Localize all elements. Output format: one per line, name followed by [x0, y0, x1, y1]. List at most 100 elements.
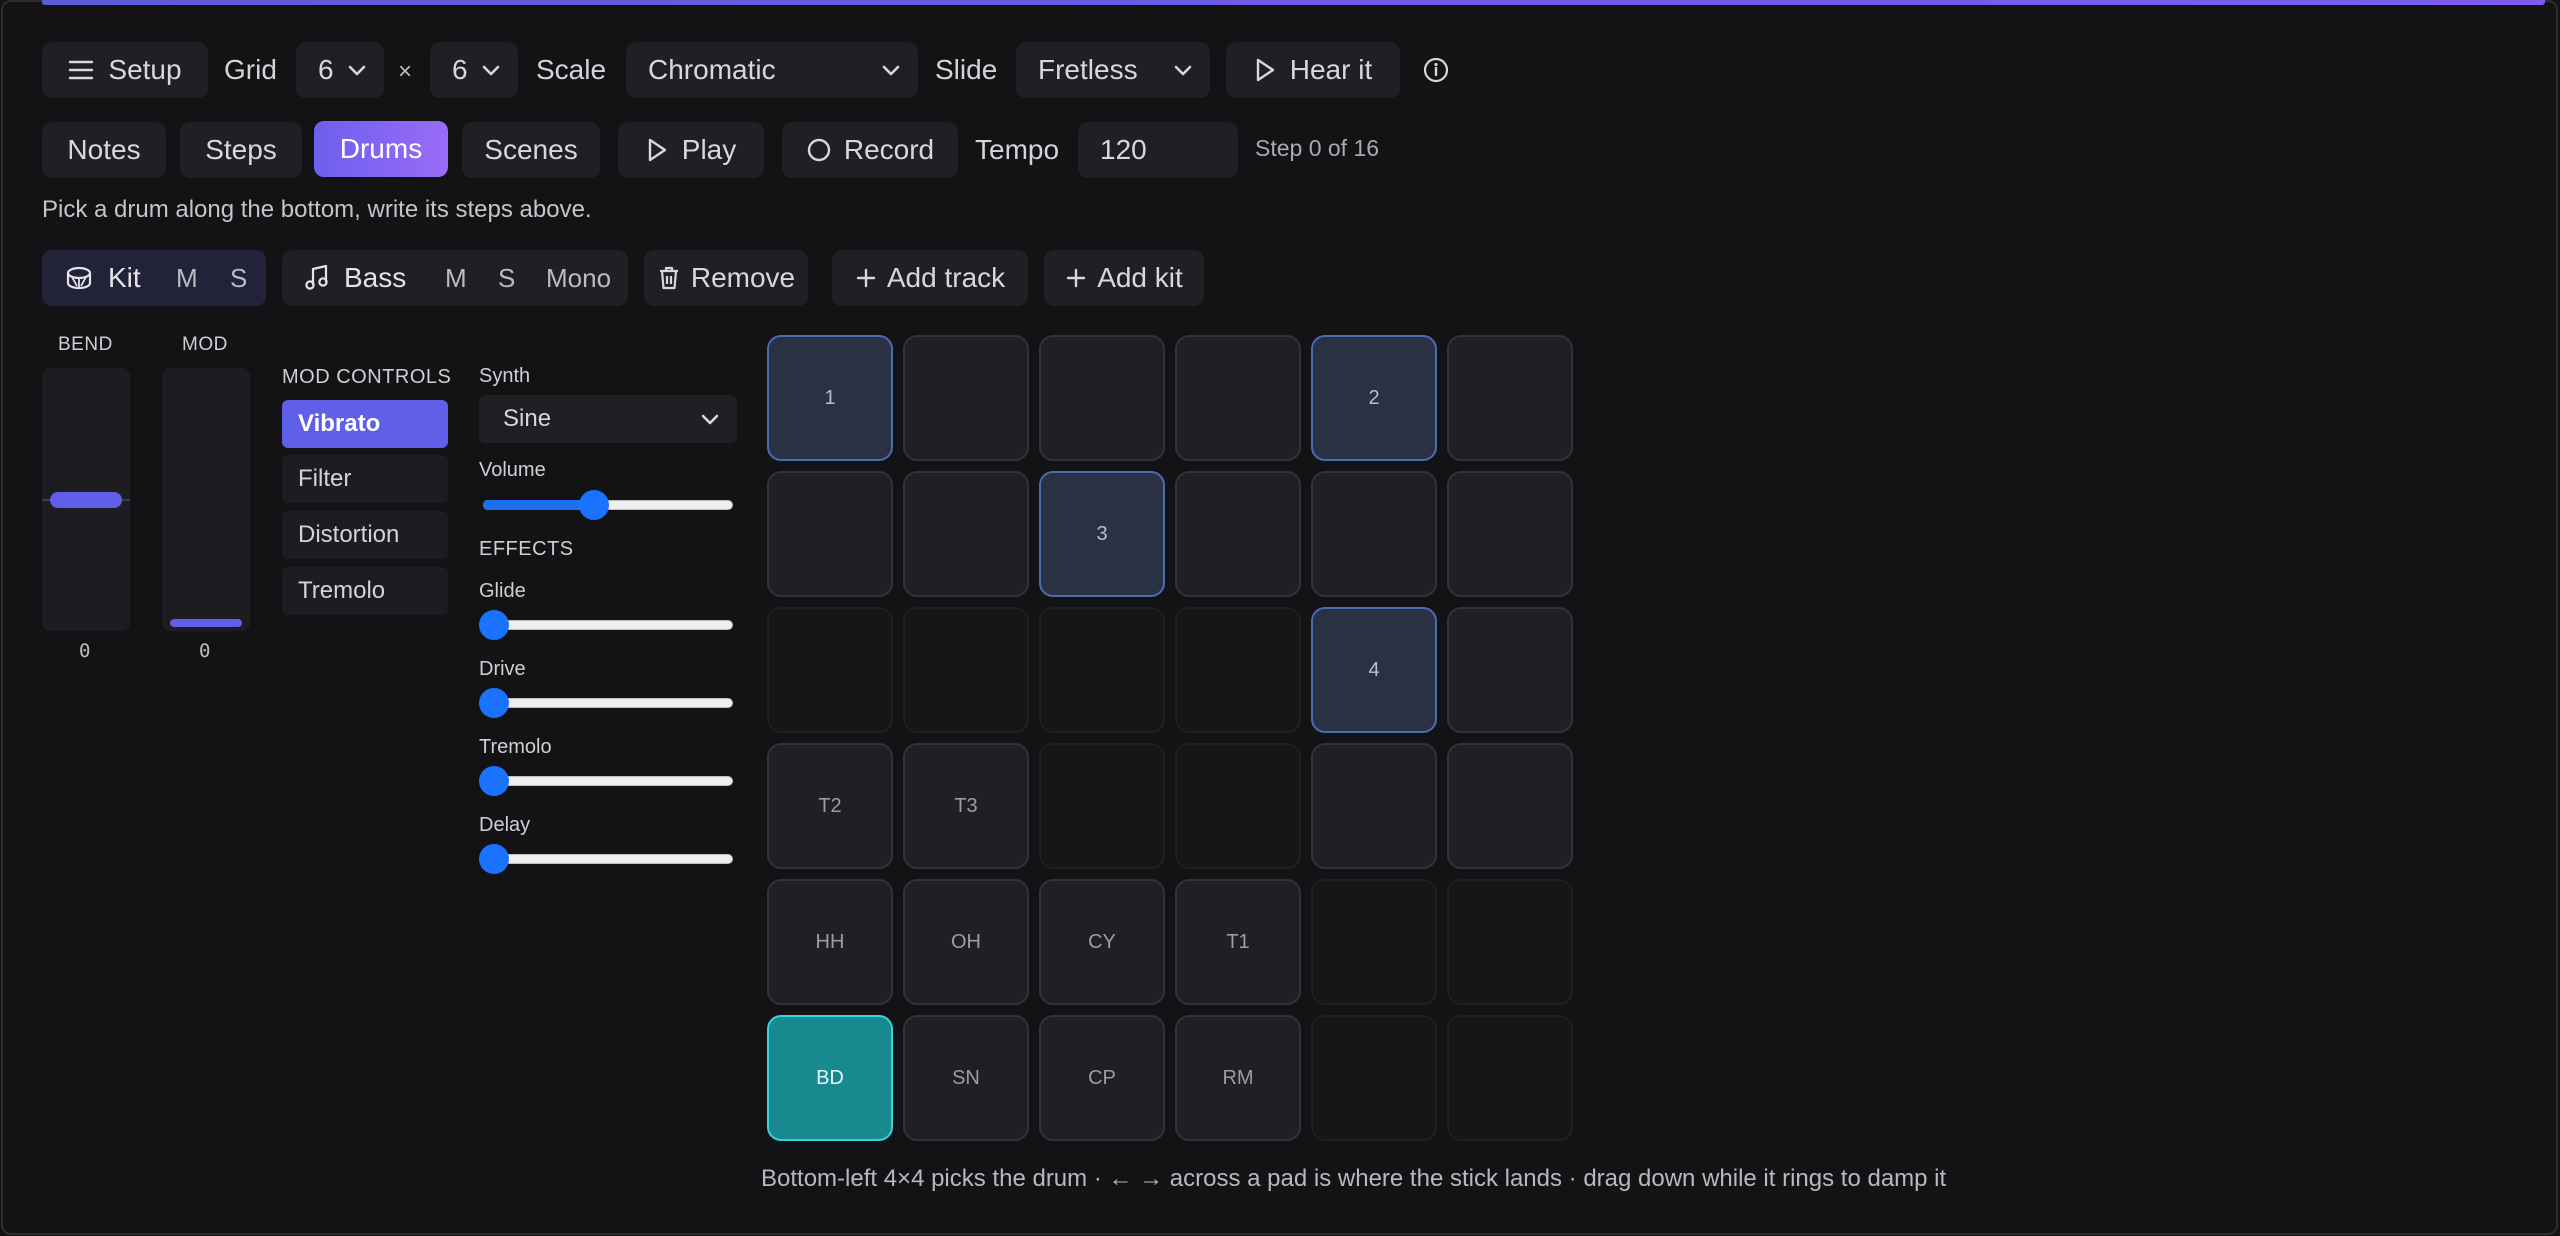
mod-item-vibrato[interactable]: Vibrato [282, 400, 448, 448]
pad-cp[interactable]: CP [1039, 1015, 1165, 1141]
remove-track-button[interactable]: Remove [644, 250, 808, 306]
track-kit[interactable]: Kit M S [42, 250, 266, 306]
pad-1[interactable]: 1 [767, 335, 893, 461]
volume-slider[interactable] [479, 490, 737, 520]
pad[interactable] [1311, 1015, 1437, 1141]
slider-thumb[interactable] [479, 844, 509, 874]
pad-rm[interactable]: RM [1175, 1015, 1301, 1141]
play-icon [1254, 57, 1276, 83]
mod-item-tremolo[interactable]: Tremolo [282, 567, 448, 615]
pad[interactable] [1311, 743, 1437, 869]
synth-select[interactable]: Sine [479, 395, 737, 443]
slider-rail [483, 698, 733, 708]
pad-4[interactable]: 4 [1311, 607, 1437, 733]
bend-value: 0 [79, 640, 91, 662]
pad-3[interactable]: 3 [1039, 471, 1165, 597]
add-track-label: Add track [886, 262, 1006, 293]
info-icon[interactable] [1422, 56, 1450, 84]
pad[interactable] [1311, 879, 1437, 1005]
record-label: Record [843, 134, 935, 165]
pad-bd[interactable]: BD [767, 1015, 893, 1141]
add-kit-button[interactable]: Add kit [1044, 250, 1204, 306]
record-icon [806, 137, 832, 163]
mod-slider[interactable] [162, 368, 250, 631]
add-track-button[interactable]: Add track [832, 250, 1028, 306]
drive-slider[interactable] [479, 688, 737, 718]
plus-icon [855, 267, 877, 289]
pad-oh[interactable]: OH [903, 879, 1029, 1005]
pad[interactable] [1039, 607, 1165, 733]
pad[interactable] [903, 607, 1029, 733]
track-bass-mono[interactable]: Mono [546, 250, 611, 306]
play-button[interactable]: Play [618, 122, 764, 178]
pad-t3[interactable]: T3 [903, 743, 1029, 869]
tab-notes[interactable]: Notes [42, 122, 166, 178]
setup-label: Setup [108, 54, 182, 85]
mod-item-filter[interactable]: Filter [282, 455, 448, 503]
pad[interactable] [767, 607, 893, 733]
pad[interactable] [1447, 335, 1573, 461]
pad[interactable] [1447, 607, 1573, 733]
slide-label: Slide [935, 54, 998, 85]
step-status: Step 0 of 16 [1255, 135, 1380, 161]
slide-select[interactable]: Fretless [1016, 42, 1210, 98]
pad[interactable] [1447, 879, 1573, 1005]
slider-thumb[interactable] [479, 766, 509, 796]
track-bass-solo[interactable]: S [498, 250, 515, 306]
effects-title: EFFECTS [479, 538, 574, 560]
glide-label: Glide [479, 580, 526, 602]
synth-value: Sine [503, 405, 552, 432]
tremolo-slider[interactable] [479, 766, 737, 796]
pad-cy[interactable]: CY [1039, 879, 1165, 1005]
tab-steps[interactable]: Steps [180, 122, 302, 178]
slider-thumb[interactable] [579, 490, 609, 520]
grid-cols-select[interactable]: 6 [296, 42, 384, 98]
track-kit-solo[interactable]: S [230, 250, 247, 306]
mod-item-distortion[interactable]: Distortion [282, 511, 448, 559]
tab-drums[interactable]: Drums [314, 121, 448, 177]
hint-text: Pick a drum along the bottom, write its … [42, 196, 592, 223]
pad-t2[interactable]: T2 [767, 743, 893, 869]
grid-label: Grid [224, 54, 277, 85]
pad[interactable] [903, 335, 1029, 461]
pad[interactable] [1039, 335, 1165, 461]
delay-slider[interactable] [479, 844, 737, 874]
pad[interactable] [1039, 743, 1165, 869]
grid-rows-select[interactable]: 6 [430, 42, 518, 98]
bend-slider[interactable] [42, 368, 130, 631]
pad[interactable] [1175, 743, 1301, 869]
pad-2[interactable]: 2 [1311, 335, 1437, 461]
play-icon [646, 137, 668, 163]
glide-slider[interactable] [479, 610, 737, 640]
play-label: Play [681, 134, 737, 165]
pad[interactable] [1175, 335, 1301, 461]
slider-thumb[interactable] [479, 610, 509, 640]
tab-scenes[interactable]: Scenes [462, 122, 600, 178]
record-button[interactable]: Record [782, 122, 958, 178]
pad-t1[interactable]: T1 [1175, 879, 1301, 1005]
pad[interactable] [1175, 607, 1301, 733]
pad[interactable] [767, 471, 893, 597]
pad[interactable] [1447, 471, 1573, 597]
pad[interactable] [1447, 743, 1573, 869]
pad[interactable] [1447, 1015, 1573, 1141]
bend-thumb[interactable] [50, 492, 122, 508]
hear-it-button[interactable]: Hear it [1226, 42, 1400, 98]
tab-drums-label: Drums [339, 133, 423, 164]
pad[interactable] [903, 471, 1029, 597]
track-bass-mute[interactable]: M [445, 250, 467, 306]
setup-button[interactable]: Setup [42, 42, 208, 98]
grid-cols-value: 6 [318, 54, 334, 85]
track-kit-mute[interactable]: M [176, 250, 198, 306]
tempo-input[interactable]: 120 [1078, 122, 1238, 178]
pad-hh[interactable]: HH [767, 879, 893, 1005]
scale-select[interactable]: Chromatic [626, 42, 918, 98]
mod-value: 0 [199, 640, 211, 662]
slider-thumb[interactable] [479, 688, 509, 718]
chevron-down-icon [480, 59, 502, 81]
pad-sn[interactable]: SN [903, 1015, 1029, 1141]
pad[interactable] [1311, 471, 1437, 597]
synth-label: Synth [479, 365, 531, 387]
track-bass[interactable]: Bass M S Mono [282, 250, 628, 306]
pad[interactable] [1175, 471, 1301, 597]
